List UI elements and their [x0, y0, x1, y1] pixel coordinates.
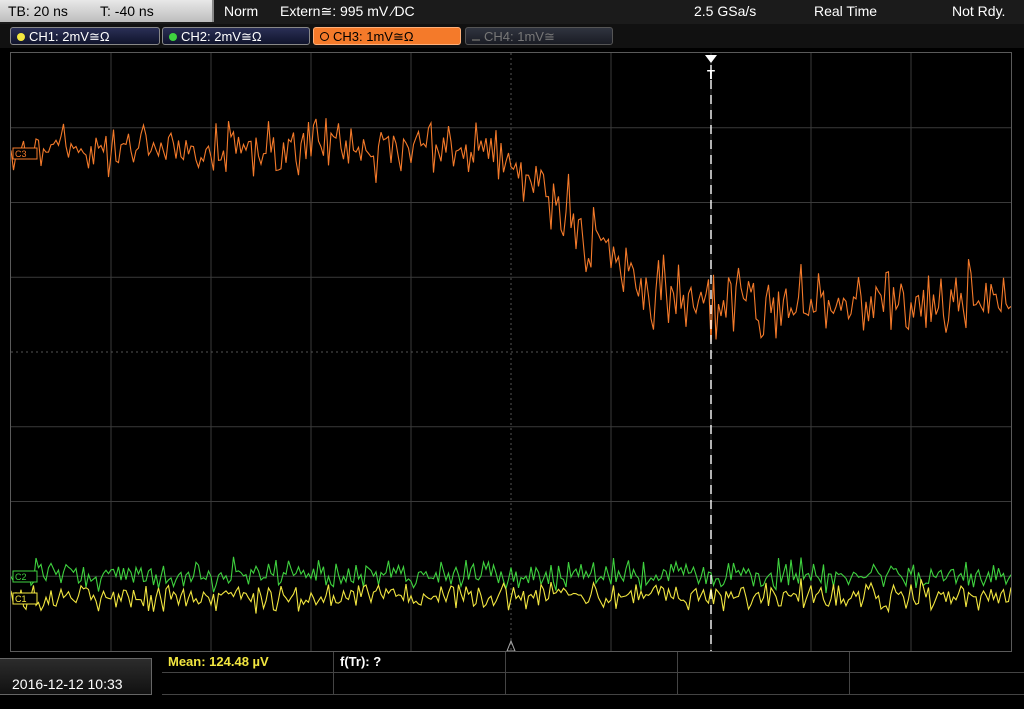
top-status-bar: TB: 20 ns T: -40 ns Norm Extern≅: 995 mV… [0, 0, 1024, 24]
ftr-measurement: f(Tr): ? [340, 654, 382, 669]
mean-measurement: Mean: 124.48 µV [168, 654, 269, 669]
measurement-cell-empty[interactable] [506, 673, 678, 695]
channel-4-button[interactable]: CH4: 1mV≅ [465, 27, 613, 45]
measurement-cell-empty[interactable] [506, 652, 678, 673]
trigger-source-readout[interactable]: Extern≅: 995 mV ∕DC [280, 0, 415, 22]
acquisition-panel: Norm Extern≅: 995 mV ∕DC 2.5 GSa/s Real … [216, 0, 1024, 22]
channel-4-label: CH4: 1mV≅ [484, 29, 555, 44]
datetime-display: 2016-12-12 10:33 [0, 658, 152, 695]
channel-1-indicator-icon [17, 33, 25, 41]
waveform-display[interactable]: T C3 C2 C1 [10, 52, 1012, 652]
trigger-position-icon[interactable] [705, 55, 717, 63]
measurement-cell-empty[interactable] [850, 673, 1024, 695]
measurement-cell-empty[interactable] [678, 673, 850, 695]
channel-2-label: CH2: 2mV≅Ω [181, 29, 262, 44]
channel-2-marker-label: C2 [15, 572, 27, 582]
channel-3-indicator-icon [320, 32, 329, 41]
channel-1-button[interactable]: CH1: 2mV≅Ω [10, 27, 160, 45]
channel-1-label: CH1: 2mV≅Ω [29, 29, 110, 44]
trigger-mode-readout[interactable]: Norm [224, 0, 258, 22]
channel-bar: CH1: 2mV≅Ω CH2: 2mV≅Ω CH3: 1mV≅Ω CH4: 1m… [0, 24, 1024, 48]
channel-2-button[interactable]: CH2: 2mV≅Ω [162, 27, 310, 45]
channel-3-button[interactable]: CH3: 1mV≅Ω [313, 27, 461, 45]
measurement-cell-ftr[interactable]: f(Tr): ? [334, 652, 506, 673]
timebase-readout[interactable]: TB: 20 ns [8, 0, 68, 22]
measurement-cell-empty[interactable] [162, 673, 334, 695]
channel-3-label: CH3: 1mV≅Ω [333, 29, 414, 44]
trigger-position-readout[interactable]: T: -40 ns [100, 0, 154, 22]
measurement-cell-empty[interactable] [850, 652, 1024, 673]
waveform-canvas: T C3 C2 C1 [11, 53, 1011, 651]
bottom-bar: 2016-12-12 10:33 Mean: 124.48 µV f(Tr): … [0, 652, 1024, 695]
channel-4-indicator-icon [472, 39, 480, 41]
timebase-panel[interactable]: TB: 20 ns T: -40 ns [0, 0, 214, 22]
channel-2-indicator-icon [169, 33, 177, 41]
channel-1-marker-label: C1 [15, 594, 27, 604]
status-readout: Not Rdy. [952, 3, 1006, 19]
measurement-cell-empty[interactable] [678, 652, 850, 673]
measurement-table: Mean: 124.48 µV f(Tr): ? [162, 652, 1024, 695]
trigger-marker-label: T [707, 67, 715, 82]
channel-3-marker-label: C3 [15, 149, 27, 159]
measurement-cell-empty[interactable] [334, 673, 506, 695]
sample-rate-readout[interactable]: 2.5 GSa/s [694, 0, 756, 22]
measurement-cell-mean[interactable]: Mean: 124.48 µV [162, 652, 334, 673]
acquisition-mode-readout[interactable]: Real Time [814, 0, 877, 22]
